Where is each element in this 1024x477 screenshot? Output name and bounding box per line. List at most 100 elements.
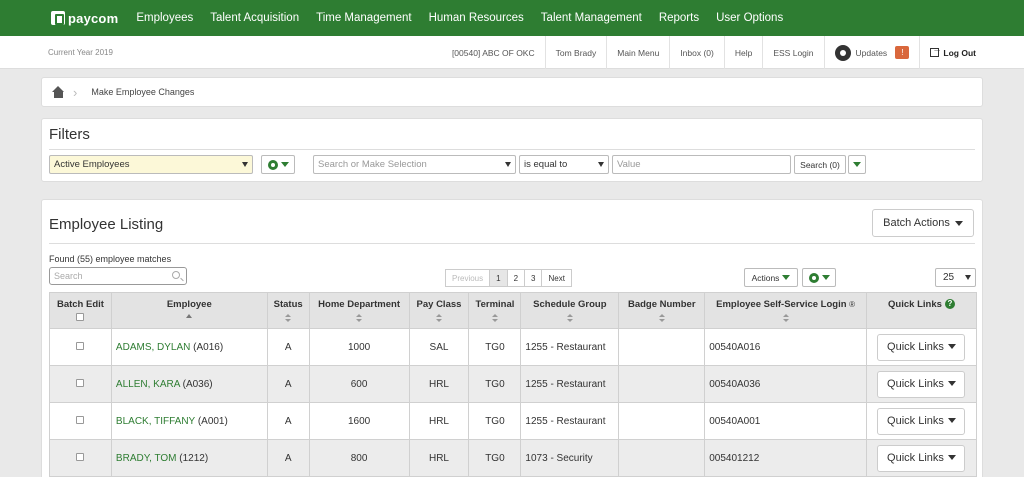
pay-class-cell: HRL (408, 365, 470, 403)
operator-value: is equal to (524, 159, 568, 170)
sort-icon (285, 314, 292, 322)
quick-links-button[interactable]: Quick Links (877, 333, 966, 361)
batch-edit-cell (49, 402, 112, 440)
chevron-right-icon: › (73, 84, 78, 100)
quick-links-button[interactable]: Quick Links (877, 407, 966, 435)
operator-select[interactable]: is equal to (519, 155, 609, 174)
table-options-button[interactable] (802, 268, 836, 287)
company-selector[interactable]: [00540] ABC OF OKC (442, 36, 545, 69)
col-employee[interactable]: Employee (110, 292, 268, 329)
nav-user-options[interactable]: User Options (716, 12, 783, 24)
home-icon[interactable] (52, 86, 65, 98)
registered-icon: ® (849, 300, 856, 309)
nav-employees[interactable]: Employees (136, 12, 193, 24)
pay-class-cell: HRL (408, 439, 470, 477)
per-page-select[interactable]: 25 (935, 268, 976, 287)
main-menu-link[interactable]: Main Menu (606, 36, 669, 69)
employee-link[interactable]: ALLEN, KARA (116, 379, 180, 390)
pager-page-3[interactable]: 3 (524, 269, 543, 287)
quick-links-cell: Quick Links (865, 365, 978, 403)
inbox-link[interactable]: Inbox (0) (669, 36, 724, 69)
batch-actions-button[interactable]: Batch Actions (872, 209, 974, 237)
department-cell: 800 (308, 439, 410, 477)
terminal-cell: TG0 (468, 402, 522, 440)
col-label: Quick Links (888, 299, 942, 310)
nav-human-resources[interactable]: Human Resources (429, 12, 524, 24)
col-pay-class[interactable]: Pay Class (408, 292, 470, 329)
top-navigation: paycom Employees Talent Acquisition Time… (0, 0, 1024, 36)
col-schedule-group[interactable]: Schedule Group (520, 292, 620, 329)
employee-code: (A001) (197, 415, 228, 427)
row-checkbox[interactable] (76, 378, 85, 387)
caret-down-icon (242, 162, 248, 167)
pager-previous[interactable]: Previous (445, 269, 491, 287)
ess-login-cell: 00540A001 (704, 402, 867, 440)
nav-reports[interactable]: Reports (659, 12, 699, 24)
nav-talent-management[interactable]: Talent Management (541, 12, 642, 24)
help-link[interactable]: Help (723, 36, 762, 69)
terminal-cell: TG0 (468, 328, 522, 366)
department-cell: 600 (308, 365, 410, 403)
row-checkbox[interactable] (76, 452, 85, 461)
match-count: Found (55) employee matches (49, 254, 172, 264)
employee-link[interactable]: ADAMS, DYLAN (116, 342, 190, 353)
updates-link[interactable]: Updates ! (823, 36, 920, 69)
logout-link[interactable]: Log Out (919, 36, 1024, 69)
logout-icon (930, 44, 941, 57)
ess-login-link[interactable]: ESS Login (762, 36, 823, 69)
pager-next[interactable]: Next (541, 269, 572, 287)
col-badge-number[interactable]: Badge Number (618, 292, 706, 329)
col-terminal[interactable]: Terminal (468, 292, 522, 329)
col-label: Badge Number (627, 299, 696, 310)
nav-time-management[interactable]: Time Management (316, 12, 411, 24)
actions-button[interactable]: Actions (744, 268, 798, 287)
help-icon[interactable]: ? (944, 299, 955, 310)
field-select[interactable]: Search or Make Selection (313, 155, 516, 174)
user-name[interactable]: Tom Brady (544, 36, 607, 69)
pager-page-2[interactable]: 2 (506, 269, 526, 287)
table-row: BLACK, TIFFANY (A001) A 1600 HRL TG0 125… (49, 402, 978, 440)
search-button[interactable]: Search (0) (794, 155, 846, 174)
col-status[interactable]: Status (266, 292, 310, 329)
search-input[interactable] (49, 267, 187, 285)
terminal-cell: TG0 (468, 365, 522, 403)
paycom-logo[interactable]: paycom (51, 11, 118, 26)
employee-code: (A016) (193, 341, 224, 353)
filter-options-button[interactable] (261, 155, 295, 174)
select-all-checkbox[interactable] (76, 313, 85, 321)
quick-links-label: Quick Links (887, 451, 944, 464)
caret-down-icon (947, 418, 956, 424)
employee-link[interactable]: BLACK, TIFFANY (116, 416, 195, 427)
row-checkbox[interactable] (76, 341, 85, 350)
search-options-button[interactable] (848, 155, 866, 174)
col-batch-edit: Batch Edit (49, 292, 112, 329)
quick-links-button[interactable]: Quick Links (877, 444, 966, 472)
pager-page-1[interactable]: 1 (489, 269, 508, 287)
employee-set-select[interactable]: Active Employees (49, 155, 253, 174)
sort-icon (566, 314, 573, 322)
quick-links-label: Quick Links (887, 414, 944, 427)
row-checkbox[interactable] (76, 415, 85, 424)
col-ess-login[interactable]: Employee Self-Service Login ® (704, 292, 867, 329)
col-label: Terminal (475, 299, 515, 310)
current-year: Current Year 2019 (48, 48, 113, 57)
value-input[interactable]: Value (612, 155, 791, 174)
col-home-department[interactable]: Home Department (308, 292, 410, 329)
gear-icon (808, 272, 819, 283)
caret-down-icon (821, 275, 830, 280)
listing-title: Employee Listing (49, 216, 164, 233)
terminal-cell: TG0 (468, 439, 522, 477)
batch-actions-label: Batch Actions (883, 217, 950, 229)
employee-set-value: Active Employees (54, 159, 130, 170)
caret-down-icon (853, 162, 861, 167)
nav-talent-acquisition[interactable]: Talent Acquisition (210, 12, 299, 24)
employee-cell: ALLEN, KARA (A036) (110, 365, 268, 403)
caret-down-icon (782, 275, 791, 280)
caret-down-icon (598, 162, 604, 167)
quick-links-cell: Quick Links (865, 328, 978, 366)
employee-cell: BRADY, TOM (1212) (110, 439, 268, 477)
employee-link[interactable]: BRADY, TOM (116, 453, 177, 464)
quick-links-button[interactable]: Quick Links (877, 370, 966, 398)
employee-table: Batch Edit Employee Status Home Departme… (49, 292, 978, 477)
logout-label: Log Out (943, 47, 976, 58)
